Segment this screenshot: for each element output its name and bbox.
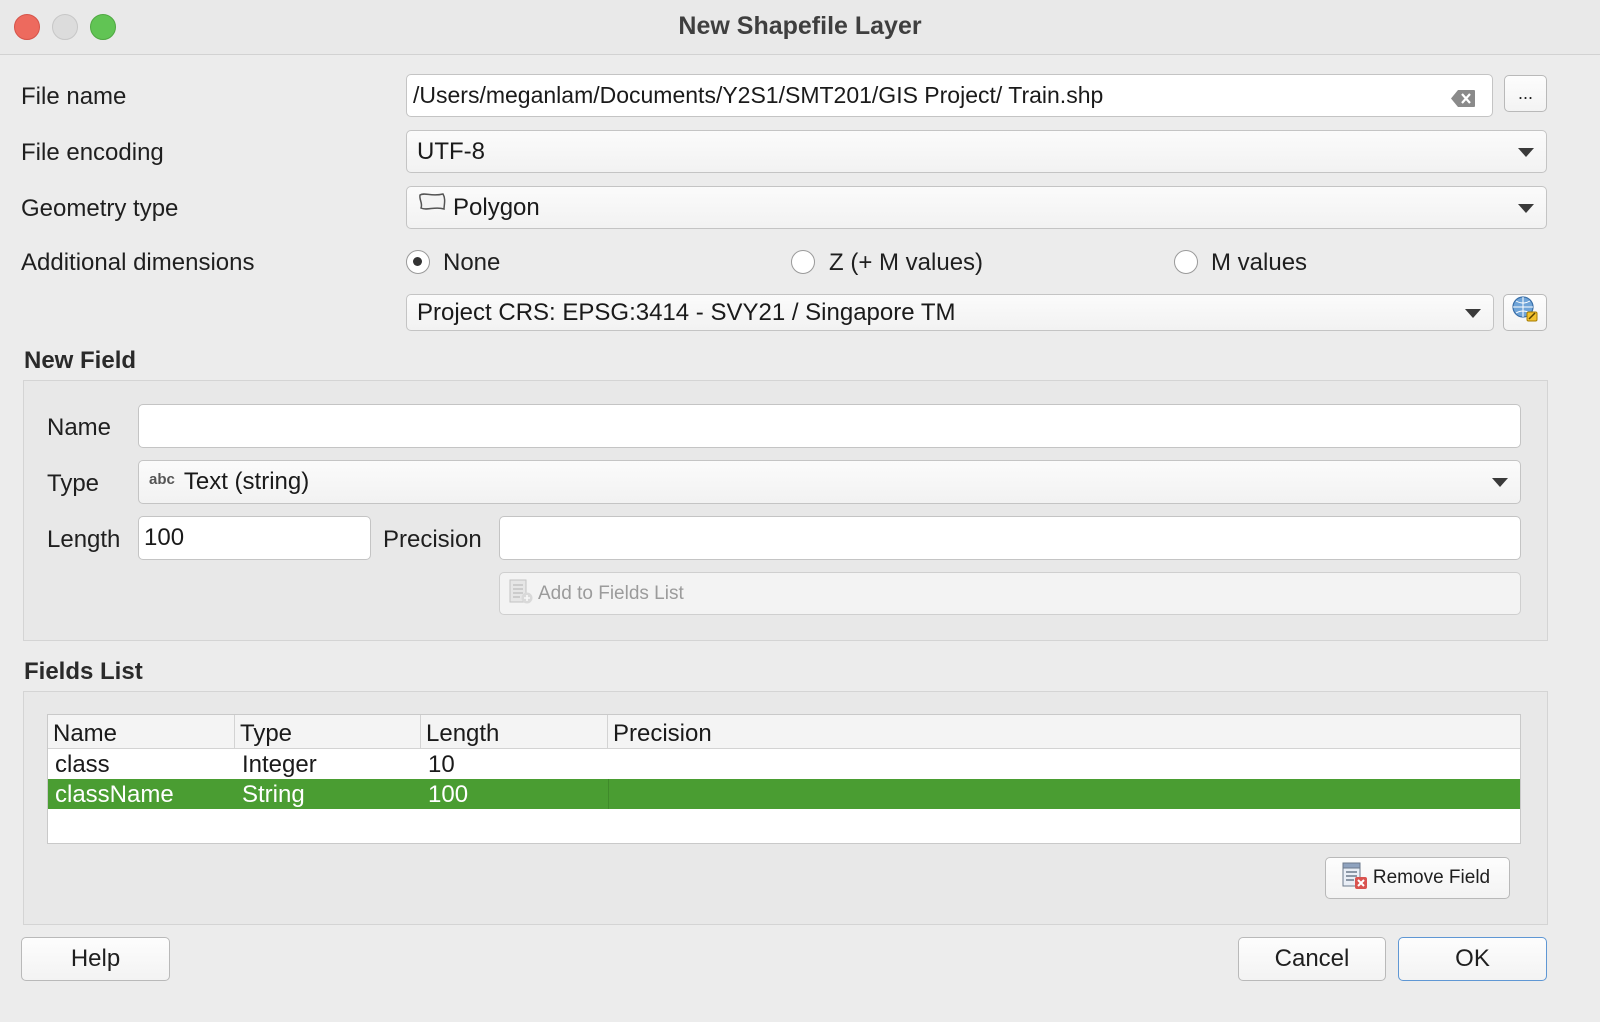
column-header-precision[interactable]: Precision — [608, 715, 1520, 748]
crs-selector-button[interactable] — [1503, 294, 1547, 331]
new-shapefile-layer-dialog: New Shapefile Layer File name /Users/meg… — [0, 0, 1600, 1022]
file-name-label: File name — [21, 83, 127, 110]
cancel-button[interactable]: Cancel — [1238, 937, 1386, 981]
file-encoding-value: UTF-8 — [417, 137, 485, 165]
field-length-label: Length — [47, 526, 121, 553]
dimension-none-radio[interactable] — [406, 250, 430, 274]
cell-precision — [608, 749, 615, 779]
cell-precision — [608, 779, 616, 809]
text-type-icon: abc — [149, 470, 175, 488]
clear-input-icon[interactable] — [1450, 87, 1476, 114]
fields-table: Name Type Length Precision class Integer… — [47, 714, 1521, 844]
chevron-down-icon — [1492, 478, 1508, 487]
crs-select[interactable]: Project CRS: EPSG:3414 - SVY21 / Singapo… — [406, 294, 1494, 331]
geometry-type-select[interactable]: Polygon — [406, 186, 1547, 229]
dimension-z-m-radio[interactable] — [791, 250, 815, 274]
column-header-name[interactable]: Name — [48, 715, 235, 748]
dimension-none-label: None — [443, 249, 501, 276]
remove-field-label: Remove Field — [1372, 867, 1491, 888]
field-type-value: Text (string) — [183, 468, 310, 495]
field-length-value: 100 — [144, 524, 185, 551]
file-name-input[interactable]: /Users/meganlam/Documents/Y2S1/SMT201/GI… — [406, 74, 1493, 117]
field-precision-input[interactable] — [499, 516, 1521, 560]
add-to-fields-list-button[interactable]: Add to Fields List — [499, 572, 1521, 615]
geometry-type-value: Polygon — [453, 193, 540, 221]
browse-button[interactable]: ... — [1504, 75, 1547, 112]
field-name-input[interactable] — [138, 404, 1521, 448]
file-name-value: /Users/meganlam/Documents/Y2S1/SMT201/GI… — [413, 82, 1104, 108]
crs-selector-icon — [1510, 294, 1540, 331]
chevron-down-icon — [1518, 147, 1534, 157]
cell-name: className — [55, 781, 174, 808]
new-field-title: New Field — [24, 347, 137, 374]
cell-type: Integer — [242, 751, 317, 778]
fields-list-title: Fields List — [24, 658, 143, 685]
cell-name: class — [55, 751, 110, 778]
dimension-m-label: M values — [1211, 249, 1308, 276]
table-row-selected[interactable]: className String 100 — [48, 779, 1520, 809]
file-encoding-select[interactable]: UTF-8 — [406, 130, 1547, 173]
field-type-label: Type — [47, 470, 100, 497]
column-header-length[interactable]: Length — [421, 715, 608, 748]
chevron-down-icon — [1518, 203, 1534, 213]
geometry-type-label: Geometry type — [21, 195, 179, 222]
file-encoding-label: File encoding — [21, 139, 164, 166]
field-name-label: Name — [47, 414, 112, 441]
window-title: New Shapefile Layer — [678, 12, 922, 40]
dimension-m-radio[interactable] — [1174, 250, 1198, 274]
cell-length: 10 — [428, 751, 455, 778]
add-field-icon — [508, 577, 534, 611]
table-row[interactable]: class Integer 10 — [48, 749, 1520, 779]
additional-dimensions-label: Additional dimensions — [21, 249, 255, 276]
remove-field-button[interactable]: Remove Field — [1325, 857, 1510, 899]
remove-field-icon — [1341, 860, 1369, 896]
ok-button[interactable]: OK — [1398, 937, 1547, 981]
dimension-z-m-label: Z (+ M values) — [829, 249, 984, 276]
polygon-icon — [417, 191, 447, 220]
title-bar: New Shapefile Layer — [0, 0, 1600, 55]
crs-value: Project CRS: EPSG:3414 - SVY21 / Singapo… — [417, 298, 956, 326]
cell-length: 100 — [428, 781, 469, 808]
field-precision-label: Precision — [383, 526, 482, 553]
chevron-down-icon — [1465, 308, 1481, 318]
cell-type: String — [242, 781, 305, 808]
help-button[interactable]: Help — [21, 937, 170, 981]
fields-table-header: Name Type Length Precision — [48, 715, 1520, 749]
field-length-input[interactable]: 100 — [138, 516, 371, 560]
add-to-fields-list-label: Add to Fields List — [538, 582, 684, 604]
column-header-type[interactable]: Type — [235, 715, 421, 748]
field-type-select[interactable]: abc Text (string) — [138, 460, 1521, 504]
